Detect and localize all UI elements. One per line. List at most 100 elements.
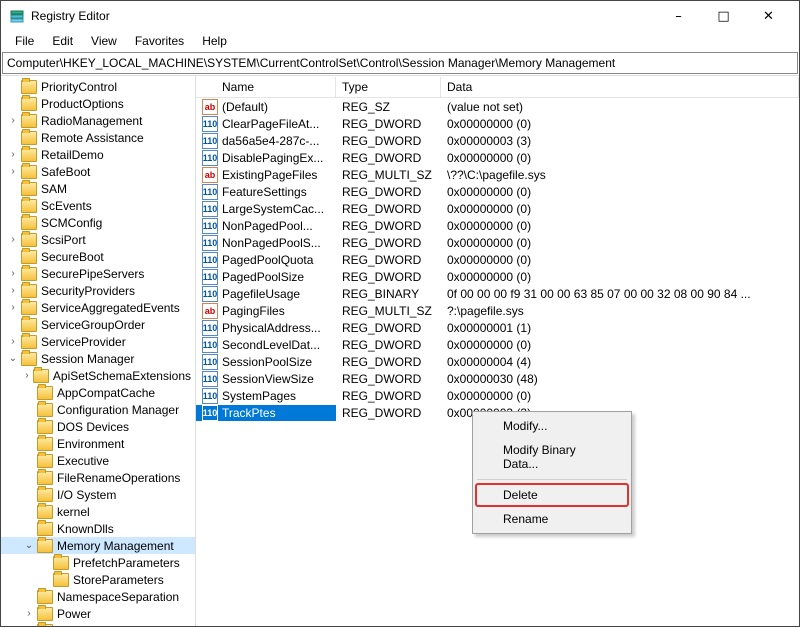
- value-data: 0x00000000 (0): [441, 117, 799, 131]
- menu-favorites[interactable]: Favorites: [127, 32, 192, 50]
- context-menu-item[interactable]: Delete: [475, 483, 629, 507]
- value-data: 0x00000000 (0): [441, 151, 799, 165]
- folder-icon: [21, 250, 37, 264]
- maximize-button[interactable]: □: [701, 2, 746, 30]
- tree-item[interactable]: StoreParameters: [1, 571, 195, 588]
- tree-item[interactable]: SecureBoot: [1, 248, 195, 265]
- tree-item[interactable]: ›ServiceAggregatedEvents: [1, 299, 195, 316]
- folder-icon: [37, 607, 53, 621]
- menu-help[interactable]: Help: [194, 32, 235, 50]
- tree-panel[interactable]: PriorityControlProductOptions›RadioManag…: [1, 76, 196, 626]
- value-row[interactable]: 110DisablePagingEx...REG_DWORD0x00000000…: [196, 149, 799, 166]
- value-row[interactable]: 110SecondLevelDat...REG_DWORD0x00000000 …: [196, 336, 799, 353]
- value-row[interactable]: 110PagedPoolSizeREG_DWORD0x00000000 (0): [196, 268, 799, 285]
- tree-item[interactable]: ›SecurityProviders: [1, 282, 195, 299]
- tree-item-label: DOS Devices: [57, 420, 129, 434]
- tree-item-label: Session Manager: [41, 352, 134, 366]
- address-bar[interactable]: Computer\HKEY_LOCAL_MACHINE\SYSTEM\Curre…: [2, 52, 798, 74]
- column-name[interactable]: Name: [196, 77, 336, 97]
- value-row[interactable]: 110LargeSystemCac...REG_DWORD0x00000000 …: [196, 200, 799, 217]
- tree-item[interactable]: ⌄ Session Manager: [1, 350, 195, 367]
- value-type: REG_DWORD: [336, 389, 441, 403]
- value-row[interactable]: 110ClearPageFileAt...REG_DWORD0x00000000…: [196, 115, 799, 132]
- tree-item[interactable]: SAM: [1, 180, 195, 197]
- expand-icon[interactable]: ›: [7, 285, 19, 296]
- tree-item-label: Remote Assistance: [41, 131, 144, 145]
- tree-item[interactable]: FileRenameOperations: [1, 469, 195, 486]
- tree-item[interactable]: ›ApiSetSchemaExtensions: [1, 367, 195, 384]
- value-data: 0x00000000 (0): [441, 185, 799, 199]
- tree-item[interactable]: ServiceGroupOrder: [1, 316, 195, 333]
- menu-file[interactable]: File: [7, 32, 42, 50]
- folder-icon: [21, 199, 37, 213]
- context-menu-item[interactable]: Modify Binary Data...: [475, 438, 629, 476]
- values-panel[interactable]: Name Type Data ab(Default)REG_SZ(value n…: [196, 76, 799, 626]
- tree-item[interactable]: Executive: [1, 452, 195, 469]
- tree-item[interactable]: ProductOptions: [1, 95, 195, 112]
- folder-icon: [21, 114, 37, 128]
- expand-icon[interactable]: ›: [7, 302, 19, 313]
- tree-item-label: Environment: [57, 437, 124, 451]
- tree-item[interactable]: Configuration Manager: [1, 401, 195, 418]
- tree-item[interactable]: SCMConfig: [1, 214, 195, 231]
- expand-icon[interactable]: ›: [7, 166, 19, 177]
- tree-item[interactable]: KnownDlls: [1, 520, 195, 537]
- context-menu-item[interactable]: Rename: [475, 507, 629, 531]
- expand-icon[interactable]: ›: [7, 149, 19, 160]
- value-row[interactable]: 110da56a5e4-287c-...REG_DWORD0x00000003 …: [196, 132, 799, 149]
- value-row[interactable]: 110FeatureSettingsREG_DWORD0x00000000 (0…: [196, 183, 799, 200]
- value-row[interactable]: ab(Default)REG_SZ(value not set): [196, 98, 799, 115]
- collapse-icon[interactable]: ⌄: [23, 540, 35, 551]
- tree-item[interactable]: DOS Devices: [1, 418, 195, 435]
- context-menu-item[interactable]: Modify...: [475, 414, 629, 438]
- tree-item[interactable]: PriorityControl: [1, 78, 195, 95]
- tree-item[interactable]: ⌄Memory Management: [1, 537, 195, 554]
- tree-item[interactable]: ›SecurePipeServers: [1, 265, 195, 282]
- tree-item[interactable]: Remote Assistance: [1, 129, 195, 146]
- value-row[interactable]: abPagingFilesREG_MULTI_SZ?:\pagefile.sys: [196, 302, 799, 319]
- value-row[interactable]: 110SessionPoolSizeREG_DWORD0x00000004 (4…: [196, 353, 799, 370]
- value-row[interactable]: abExistingPageFilesREG_MULTI_SZ\??\C:\pa…: [196, 166, 799, 183]
- value-row[interactable]: 110SystemPagesREG_DWORD0x00000000 (0): [196, 387, 799, 404]
- binary-value-icon: 110: [202, 269, 218, 285]
- tree-item[interactable]: ScEvents: [1, 197, 195, 214]
- minimize-button[interactable]: –: [656, 2, 701, 30]
- expand-icon[interactable]: ›: [7, 115, 19, 126]
- value-row[interactable]: 110NonPagedPool...REG_DWORD0x00000000 (0…: [196, 217, 799, 234]
- value-row[interactable]: 110PagedPoolQuotaREG_DWORD0x00000000 (0): [196, 251, 799, 268]
- menu-view[interactable]: View: [83, 32, 125, 50]
- tree-item[interactable]: › SafeBoot: [1, 163, 195, 180]
- close-button[interactable]: ✕: [746, 2, 791, 30]
- tree-item[interactable]: ›ScsiPort: [1, 231, 195, 248]
- tree-item-label: KnownDlls: [57, 522, 114, 536]
- tree-item[interactable]: ›Power: [1, 605, 195, 622]
- tree-item[interactable]: AppCompatCache: [1, 384, 195, 401]
- tree-item-label: SafeBoot: [41, 165, 90, 179]
- tree-item[interactable]: Environment: [1, 435, 195, 452]
- column-data[interactable]: Data: [441, 77, 799, 97]
- value-row[interactable]: 110PhysicalAddress...REG_DWORD0x00000001…: [196, 319, 799, 336]
- binary-value-icon: 110: [202, 218, 218, 234]
- menu-edit[interactable]: Edit: [44, 32, 81, 50]
- tree-item[interactable]: I/O System: [1, 486, 195, 503]
- tree-item[interactable]: kernel: [1, 503, 195, 520]
- tree-item[interactable]: NamespaceSeparation: [1, 588, 195, 605]
- column-type[interactable]: Type: [336, 77, 441, 97]
- value-row[interactable]: 110PagefileUsageREG_BINARY0f 00 00 00 f9…: [196, 285, 799, 302]
- expand-icon[interactable]: ›: [23, 608, 35, 619]
- expand-icon[interactable]: ›: [23, 370, 31, 381]
- tree-item[interactable]: Quota System: [1, 622, 195, 626]
- tree-item[interactable]: ›RetailDemo: [1, 146, 195, 163]
- expand-icon[interactable]: ›: [7, 234, 19, 245]
- value-row[interactable]: 110SessionViewSizeREG_DWORD0x00000030 (4…: [196, 370, 799, 387]
- folder-icon: [21, 267, 37, 281]
- tree-item[interactable]: PrefetchParameters: [1, 554, 195, 571]
- expand-icon[interactable]: ›: [7, 268, 19, 279]
- tree-item[interactable]: ›RadioManagement: [1, 112, 195, 129]
- collapse-icon[interactable]: ⌄: [7, 353, 19, 364]
- expand-icon[interactable]: ›: [7, 336, 19, 347]
- string-value-icon: ab: [202, 167, 218, 183]
- tree-item[interactable]: ›ServiceProvider: [1, 333, 195, 350]
- tree-item-label: ServiceGroupOrder: [41, 318, 145, 332]
- value-row[interactable]: 110NonPagedPoolS...REG_DWORD0x00000000 (…: [196, 234, 799, 251]
